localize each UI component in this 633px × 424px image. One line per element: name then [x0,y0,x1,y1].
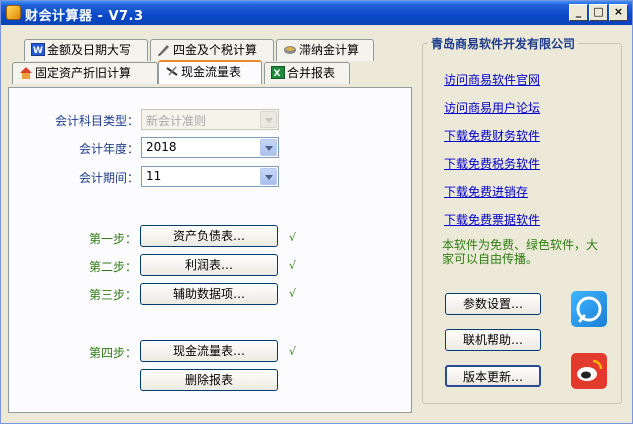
period-label: 会计期间： [78,171,139,185]
year-label: 会计年度： [78,142,139,156]
tab-depreciation[interactable]: 固定资产折旧计算 [12,62,158,84]
freeware-note: 本软件为免费、绿色软件，大家可以自由传播。 [442,238,599,266]
step1-check: √ [289,231,297,244]
tab-late-fee[interactable]: 滞纳金计算 [276,39,374,61]
step4-label: 第四步： [88,346,137,360]
qzone-icon[interactable] [571,291,607,327]
close-button[interactable]: × [609,4,628,21]
balance-sheet-button[interactable]: 资产负债表… [140,225,278,247]
cash-flow-statement-button[interactable]: 现金流量表… [140,340,278,362]
step3-label: 第三步： [88,288,137,302]
free-tax-software-link[interactable]: 下载免费税务软件 [444,155,540,172]
gear-tool-icon [283,42,297,55]
subject-type-value: 新会计准则 [146,114,207,128]
chevron-down-icon[interactable] [260,139,277,156]
update-button[interactable]: 版本更新… [445,365,541,387]
svg-text:W: W [33,46,43,56]
year-select[interactable]: 2018 [141,137,279,158]
income-statement-button[interactable]: 利润表… [140,254,278,276]
title-bar[interactable]: 财会计算器 - V7.3 _ □ × [1,1,632,25]
delete-report-button[interactable]: 删除报表 [140,369,278,391]
step4-check: √ [289,345,297,358]
tab-label: 四金及个税计算 [173,43,258,57]
maximize-button[interactable]: □ [589,4,608,21]
period-value: 11 [146,169,162,183]
free-finance-software-link[interactable]: 下载免费财务软件 [444,127,540,144]
pen-icon [157,42,171,56]
document-w-icon: W [31,42,45,56]
auxiliary-data-button[interactable]: 辅助数据项… [140,283,278,305]
chevron-down-icon[interactable] [260,168,277,185]
official-site-link[interactable]: 访问商易软件官网 [444,71,540,88]
user-forum-link[interactable]: 访问商易用户论坛 [444,99,540,116]
svg-text:X: X [274,69,281,79]
subject-type-select: 新会计准则 [141,109,279,130]
step3-check: √ [289,287,297,300]
step2-label: 第二步： [88,260,137,274]
free-inventory-software-link[interactable]: 下载免费进销存 [444,183,528,200]
tab-control: W 金额及日期大写 四金及个税计算 滞纳金计算 固定资产折旧计算 现金流量表 X… [8,31,412,415]
minimize-button[interactable]: _ [569,4,588,21]
window-title: 财会计算器 - V7.3 [25,9,144,24]
subject-type-label: 会计科目类型： [54,114,139,128]
tab-label: 合并报表 [287,66,336,80]
step2-check: √ [289,259,297,272]
tab-label: 现金流量表 [181,65,242,79]
year-value: 2018 [146,140,177,154]
house-icon [19,65,33,79]
tab-insurance-tax[interactable]: 四金及个税计算 [150,39,274,61]
period-select[interactable]: 11 [141,166,279,187]
company-group-title: 青岛商易软件开发有限公司 [428,35,579,52]
app-window: 财会计算器 - V7.3 _ □ × W 金额及日期大写 四金及个税计算 滞纳金… [0,0,633,424]
tab-amount-date-uppercase[interactable]: W 金额及日期大写 [24,39,148,61]
tab-consolidated-report[interactable]: X 合并报表 [264,62,350,84]
excel-icon: X [271,65,285,79]
tab-cash-flow[interactable]: 现金流量表 [158,60,262,84]
calculator-app-icon [6,5,21,20]
cash-flow-icon [165,64,179,77]
step1-label: 第一步： [88,232,137,246]
settings-button[interactable]: 参数设置… [445,293,541,315]
weibo-icon[interactable] [571,353,607,389]
cash-flow-panel: 会计科目类型： 新会计准则 会计年度： 2018 会计期间： 11 第一步： 资… [8,87,412,413]
tab-label: 滞纳金计算 [299,43,360,57]
tab-label: 金额及日期大写 [47,43,132,57]
tab-label: 固定资产折旧计算 [35,66,132,80]
chevron-down-icon [260,111,277,128]
online-help-button[interactable]: 联机帮助… [445,329,541,351]
free-invoice-software-link[interactable]: 下载免费票据软件 [444,211,540,228]
